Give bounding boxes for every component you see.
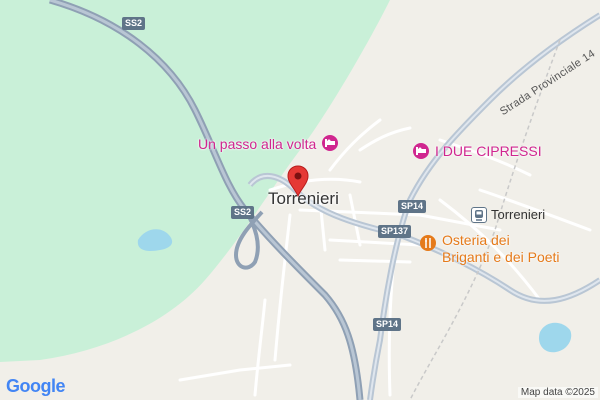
poi-station-label[interactable]: Torrenieri [491, 207, 545, 222]
map-canvas[interactable]: SS2 SS2 SP14 SP137 SP14 Strada Provincia… [0, 0, 600, 400]
hotel-icon[interactable] [413, 143, 429, 159]
poi-restaurant-line1: Osteria dei [442, 232, 510, 248]
map-attribution[interactable]: Map data ©2025 [517, 387, 598, 398]
google-logo: Google [6, 376, 66, 397]
google-logo-text: Google [6, 376, 66, 396]
poi-hotel-un-passo-label[interactable]: Un passo alla volta [198, 136, 316, 152]
road-shield-sp14-bottom: SP14 [373, 318, 402, 331]
hotel-icon[interactable] [322, 135, 338, 151]
map-pin-icon[interactable] [287, 165, 309, 198]
poi-hotel-i-due-cipressi-label[interactable]: I DUE CIPRESSI [435, 143, 542, 159]
lake-east [538, 322, 572, 353]
road-shield-ss2-left: SS2 [231, 206, 255, 219]
poi-restaurant-line2: Briganti e dei Poeti [442, 249, 560, 265]
road-shield-sp14-top: SP14 [398, 200, 427, 213]
train-station-icon[interactable] [471, 207, 487, 223]
road-shield-ss2-top: SS2 [122, 17, 146, 30]
restaurant-icon[interactable] [420, 235, 436, 251]
road-shield-sp137: SP137 [378, 225, 412, 238]
poi-restaurant-label[interactable]: Osteria dei Briganti e dei Poeti [442, 232, 560, 266]
